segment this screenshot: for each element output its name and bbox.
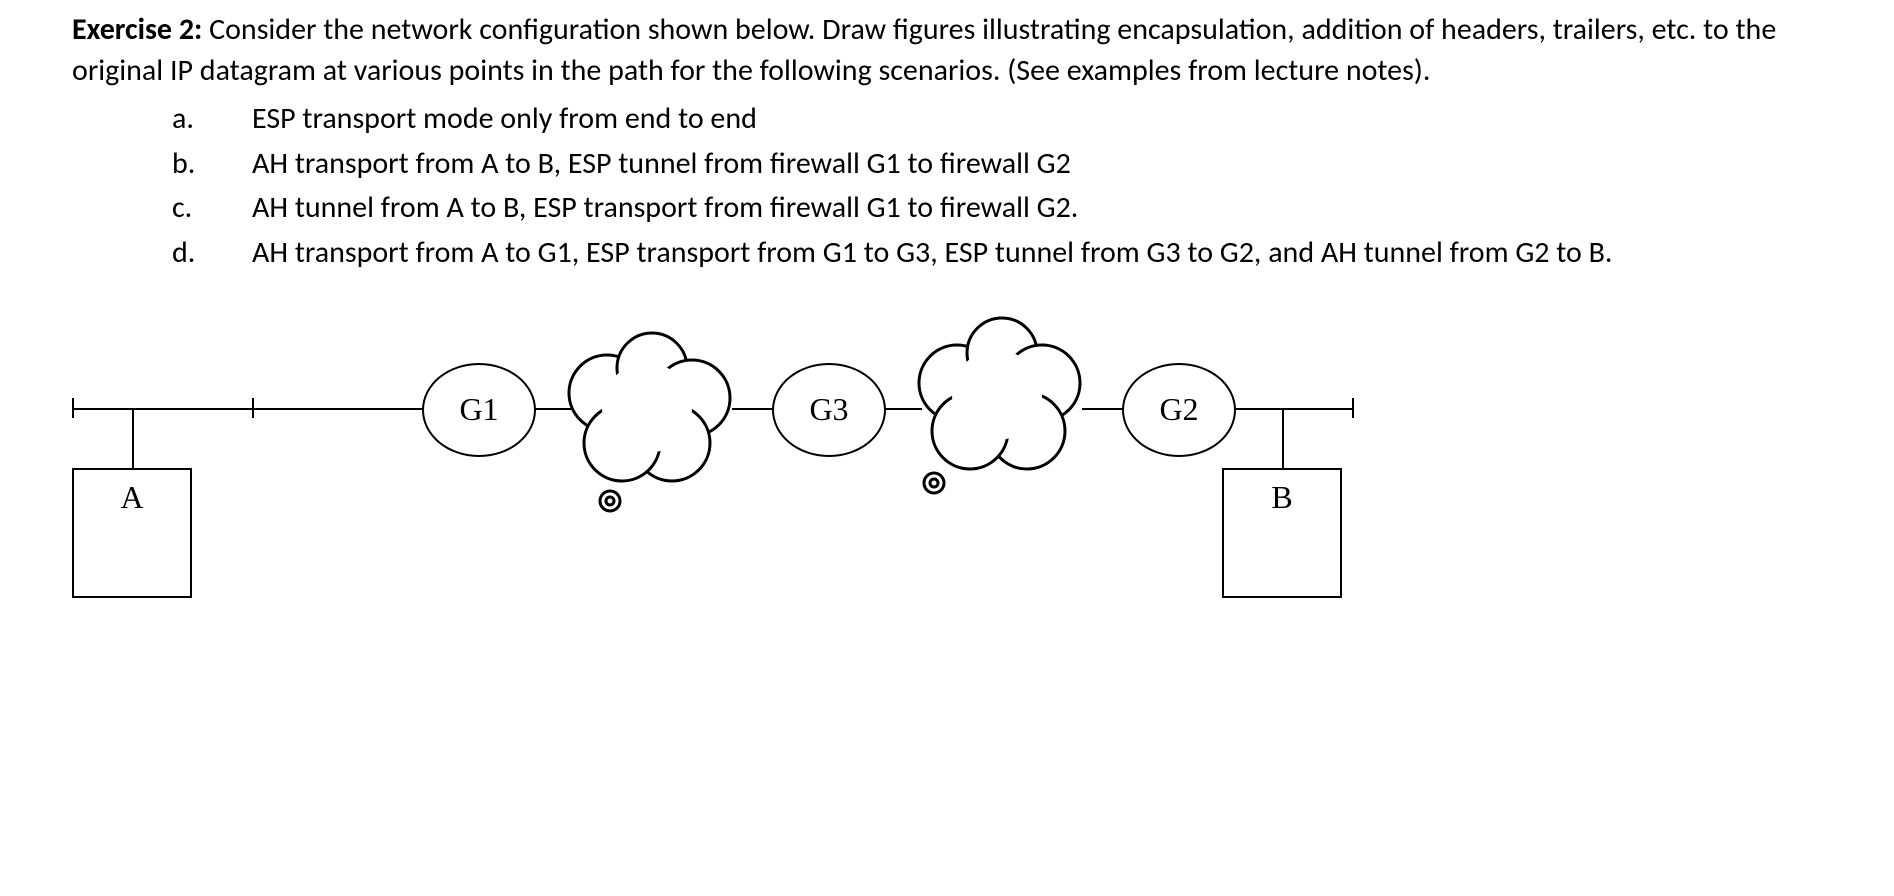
list-marker: b. — [172, 144, 252, 185]
list-item: d. AH transport from A to G1, ESP transp… — [172, 233, 1782, 274]
gateway-g1: G1 — [422, 363, 536, 457]
host-b-label: B — [1271, 476, 1292, 519]
lan-line-left — [72, 408, 252, 410]
list-marker: a. — [172, 99, 252, 140]
list-item: b. AH transport from A to B, ESP tunnel … — [172, 144, 1782, 185]
list-item: a. ESP transport mode only from end to e… — [172, 99, 1782, 140]
lan-tick — [72, 398, 74, 418]
cloud-icon — [902, 313, 1092, 513]
list-marker: c. — [172, 188, 252, 229]
gateway-g2-label: G2 — [1159, 388, 1198, 431]
list-text: AH transport from A to B, ESP tunnel fro… — [252, 144, 1782, 185]
gateway-g3-label: G3 — [809, 388, 848, 431]
list-text: ESP transport mode only from end to end — [252, 99, 1782, 140]
exercise-intro-text: Consider the network configuration shown… — [72, 11, 1776, 89]
gateway-g1-label: G1 — [459, 388, 498, 431]
list-text: AH transport from A to G1, ESP transport… — [252, 233, 1782, 274]
list-item: c. AH tunnel from A to B, ESP transport … — [172, 188, 1782, 229]
gateway-g2: G2 — [1122, 363, 1236, 457]
network-diagram: A G1 G3 — [72, 313, 1352, 613]
host-a: A — [72, 468, 192, 598]
list-text: AH tunnel from A to B, ESP transport fro… — [252, 188, 1782, 229]
list-marker: d. — [172, 233, 252, 274]
exercise-intro: Exercise 2: Consider the network configu… — [72, 10, 1822, 91]
host-a-label: A — [120, 476, 143, 519]
link-a-g1 — [252, 408, 422, 410]
lan-drop — [132, 408, 134, 468]
exercise-label: Exercise 2: — [72, 11, 202, 48]
cloud-icon — [552, 323, 742, 523]
scenario-list: a. ESP transport mode only from end to e… — [172, 99, 1782, 273]
host-b: B — [1222, 468, 1342, 598]
lan-drop — [1282, 408, 1284, 468]
lan-tick — [1352, 398, 1354, 418]
gateway-g3: G3 — [772, 363, 886, 457]
